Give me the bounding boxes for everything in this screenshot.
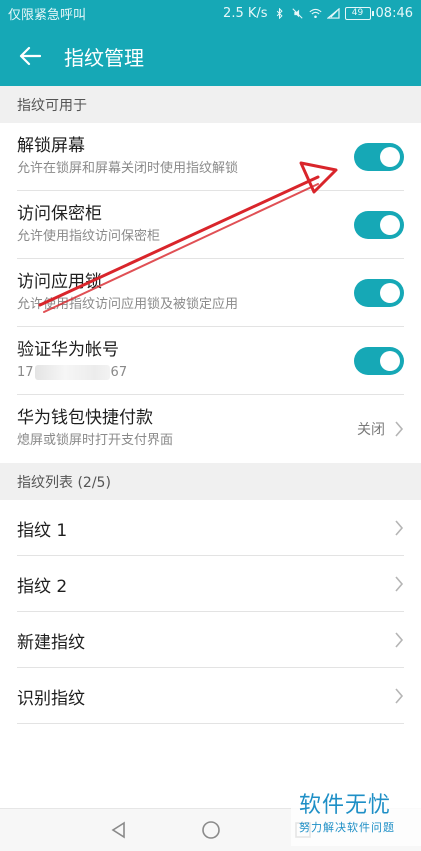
toggle-knob [380, 283, 400, 303]
back-triangle-icon [111, 821, 125, 839]
page-title: 指纹管理 [64, 45, 144, 70]
status-time: 08:46 [375, 5, 413, 21]
wifi-icon [308, 8, 322, 18]
chevron-right-icon [395, 520, 404, 536]
silent-icon [291, 7, 303, 19]
list-item-label: 指纹 1 [17, 520, 68, 541]
status-icons: 2.5 K/s 49 08:46 [223, 6, 413, 21]
wallet-status-value: 关闭 [357, 422, 385, 438]
account-number-suffix: 67 [110, 365, 128, 380]
watermark: 软件无忧 努力解决软件问题 [291, 786, 421, 846]
list-item-label: 指纹 2 [17, 576, 68, 597]
chevron-right-icon [395, 688, 404, 704]
toggle-knob [380, 215, 400, 235]
bluetooth-icon [276, 7, 283, 19]
home-circle-icon [201, 821, 220, 839]
setting-huawei-account[interactable]: 验证华为帐号 17 67 [0, 327, 421, 395]
watermark-title: 软件无忧 [299, 793, 392, 818]
setting-unlock-screen[interactable]: 解锁屏幕 允许在锁屏和屏幕关闭时使用指纹解锁 [0, 123, 421, 191]
toggle-knob [380, 351, 400, 371]
nav-back-button[interactable] [108, 819, 130, 841]
app-bar: 指纹管理 [0, 26, 421, 86]
toggle-knob [380, 147, 400, 167]
setting-safe-access[interactable]: 访问保密柜 允许使用指纹访问保密柜 [0, 191, 421, 259]
back-button[interactable] [0, 26, 60, 86]
status-carrier-text: 仅限紧急呼叫 [8, 7, 87, 23]
settings-content: 指纹可用于 解锁屏幕 允许在锁屏和屏幕关闭时使用指纹解锁 访问保密柜 允许使用指… [0, 86, 421, 724]
network-speed: 2.5 K/s [223, 5, 268, 21]
chevron-right-icon [395, 576, 404, 592]
account-number-prefix: 17 [17, 365, 34, 380]
section-header-usage: 指纹可用于 [0, 86, 421, 123]
list-item-label: 识别指纹 [17, 688, 85, 709]
safe-access-toggle[interactable] [354, 211, 404, 239]
status-bar: 仅限紧急呼叫 2.5 K/s 49 08:46 [0, 0, 421, 26]
chevron-right-icon [395, 421, 404, 437]
back-arrow-icon [19, 46, 41, 66]
redacted-mask [34, 365, 110, 380]
watermark-subtitle: 努力解决软件问题 [299, 821, 395, 834]
nav-home-button[interactable] [200, 819, 222, 841]
list-item-label: 新建指纹 [17, 632, 85, 653]
fingerprint-item-2[interactable]: 指纹 2 [0, 556, 421, 612]
setting-app-lock[interactable]: 访问应用锁 允许使用指纹访问应用锁及被锁定应用 [0, 259, 421, 327]
chevron-right-icon [395, 632, 404, 648]
unlock-screen-toggle[interactable] [354, 143, 404, 171]
battery-icon: 49 [344, 6, 374, 20]
fingerprint-item-1[interactable]: 指纹 1 [0, 500, 421, 556]
setting-wallet-quick-pay[interactable]: 华为钱包快捷付款 熄屏或锁屏时打开支付界面 关闭 [0, 395, 421, 463]
new-fingerprint-item[interactable]: 新建指纹 [0, 612, 421, 668]
app-lock-toggle[interactable] [354, 279, 404, 307]
section-header-fingerprint-list: 指纹列表 (2/5) [0, 463, 421, 500]
signal-icon [326, 7, 340, 19]
battery-level: 49 [351, 7, 364, 18]
huawei-account-toggle[interactable] [354, 347, 404, 375]
identify-fingerprint-item[interactable]: 识别指纹 [0, 668, 421, 724]
